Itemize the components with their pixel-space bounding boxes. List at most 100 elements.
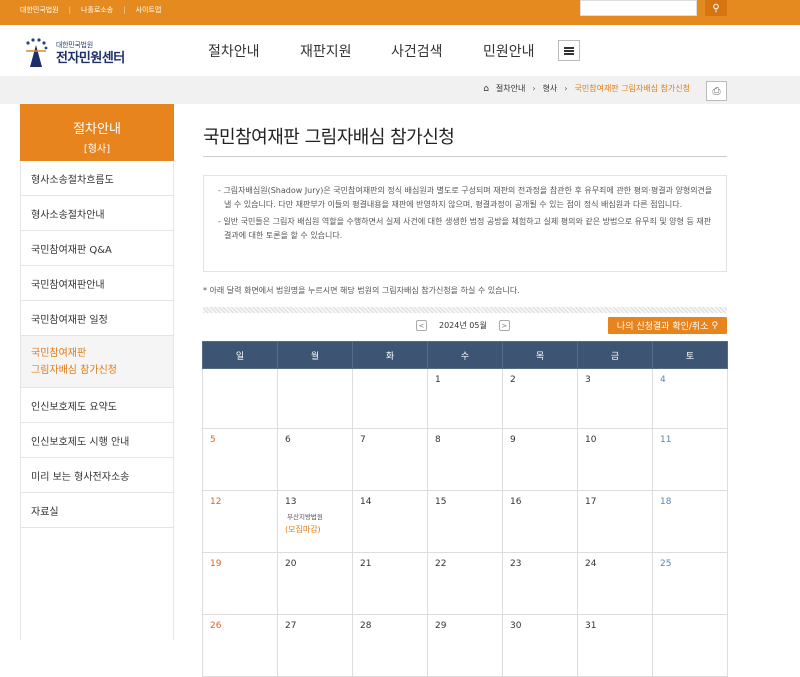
sidebar-subtitle: [형사] <box>83 144 111 155</box>
weekday-sat: 토 <box>652 341 728 369</box>
calendar-day: 5 <box>202 428 278 491</box>
calendar-day: 11 <box>652 428 728 491</box>
calendar-table: 일 월 화 수 목 금 토 1 2 3 4 5 6 7 8 9 10 11 12… <box>202 341 728 677</box>
divider <box>203 307 727 313</box>
sidebar-item-procedure-guide[interactable]: 형사소송절차안내 <box>21 196 173 231</box>
calendar-day <box>202 368 278 429</box>
calendar-week: 12 13 부산지방법원 (모집마감) 14 15 16 17 18 <box>202 490 728 553</box>
calendar-day: 9 <box>502 428 578 491</box>
calendar-day: 16 <box>502 490 578 553</box>
breadcrumb-current: 국민참여재판 그림자배심 참가신청 <box>574 84 691 93</box>
calendar-day: 24 <box>577 552 653 615</box>
calendar-day: 29 <box>427 614 503 677</box>
chevron-right-icon: › <box>532 84 536 93</box>
top-links: 대한민국법원 | 나홀로소송 | 사이트맵 <box>20 0 161 20</box>
calendar-day: 7 <box>352 428 428 491</box>
chevron-right-icon: › <box>564 84 568 93</box>
calendar-day <box>277 368 353 429</box>
month-navigator: < 2024년 05월 > <box>416 320 510 331</box>
calendar-day <box>352 368 428 429</box>
calendar-day: 14 <box>352 490 428 553</box>
breadcrumb: ⌂ 절차안내 › 형사 › 국민참여재판 그림자배심 참가신청 <box>483 83 690 94</box>
breadcrumb-item-criminal[interactable]: 형사 <box>543 83 558 94</box>
home-icon[interactable]: ⌂ <box>483 84 489 94</box>
logo-title: 전자민원센터 <box>56 50 125 66</box>
next-month-button[interactable]: > <box>498 320 510 331</box>
search-icon: ⚲ <box>712 2 720 14</box>
sidebar-item-label: 인신보호제도 요약도 <box>31 401 117 413</box>
sidebar-item-label: 인신보호제도 시행 안내 <box>31 436 130 448</box>
top-link-selfhelp[interactable]: 나홀로소송 <box>81 5 113 15</box>
sidebar-item-archive[interactable]: 자료실 <box>21 493 173 528</box>
gnb-case-search[interactable]: 사건검색 <box>391 41 443 61</box>
court-logo-icon <box>26 38 48 67</box>
calendar-day: 10 <box>577 428 653 491</box>
sidebar-item-label: 국민참여재판 Q&A <box>31 244 112 256</box>
sidebar-item-procedure-flow[interactable]: 형사소송절차흐름도 <box>21 161 173 196</box>
prev-month-button[interactable]: < <box>416 320 427 331</box>
my-application-label: 나의 신청결과 확인/취소 <box>616 322 709 332</box>
calendar-day-with-event: 13 부산지방법원 (모집마감) <box>277 490 353 553</box>
calendar-day: 2 <box>502 368 578 429</box>
sidebar-item-jury-schedule[interactable]: 국민참여재판 일정 <box>21 301 173 336</box>
sidebar-item-label: 자료실 <box>31 506 59 518</box>
calendar-day <box>652 614 728 677</box>
print-button[interactable]: ⎙ <box>706 81 727 101</box>
calendar-day: 6 <box>277 428 353 491</box>
menu-button[interactable] <box>558 40 580 61</box>
calendar-day: 26 <box>202 614 278 677</box>
event-court-link[interactable]: 부산지방법원 <box>285 511 352 521</box>
my-application-button[interactable]: 나의 신청결과 확인/취소 ⚲ <box>608 317 727 334</box>
sidebar-item-shadow-jury[interactable]: 국민참여재판 그림자배심 참가신청 <box>21 336 173 388</box>
sidebar-item-habeas-summary[interactable]: 인신보호제도 요약도 <box>21 388 173 423</box>
calendar-day: 21 <box>352 552 428 615</box>
sidebar-menu: 형사소송절차흐름도 형사소송절차안내 국민참여재판 Q&A 국민참여재판안내 국… <box>20 161 174 640</box>
weekday-fri: 금 <box>577 341 653 369</box>
calendar-day: 19 <box>202 552 278 615</box>
calendar-day: 27 <box>277 614 353 677</box>
info-paragraph: - 일반 국민들은 그림자 배심원 역할을 수행하면서 실제 사건에 대한 생생… <box>218 217 712 240</box>
calendar-day: 4 <box>652 368 728 429</box>
search-button[interactable]: ⚲ <box>705 0 727 16</box>
sidebar-item-label: 국민참여재판 일정 <box>31 314 108 326</box>
calendar-day: 23 <box>502 552 578 615</box>
sidebar-item-jury-qa[interactable]: 국민참여재판 Q&A <box>21 231 173 266</box>
month-label: 2024년 05월 <box>439 321 487 330</box>
calendar-day: 17 <box>577 490 653 553</box>
weekday-mon: 월 <box>277 341 353 369</box>
calendar-week: 19 20 21 22 23 24 25 <box>202 552 728 615</box>
info-box: - 그림자배심원(Shadow Jury)은 국민참여재판의 정식 배심원과 별… <box>203 175 727 272</box>
breadcrumb-item-procedure[interactable]: 절차안내 <box>496 83 525 94</box>
page-title: 국민참여재판 그림자배심 참가신청 <box>203 127 455 148</box>
site-logo[interactable]: 대한민국법원 전자민원센터 <box>22 37 125 69</box>
sidebar-item-label: 형사소송절차안내 <box>31 209 105 221</box>
weekday-sun: 일 <box>202 341 278 369</box>
logo-subtitle: 대한민국법원 <box>56 40 93 49</box>
sidebar-item-label: 미리 보는 형사전자소송 <box>31 471 130 483</box>
calendar-header-row: 일 월 화 수 목 금 토 <box>202 341 728 369</box>
divider: | <box>123 6 126 14</box>
top-link-court[interactable]: 대한민국법원 <box>20 5 59 15</box>
hamburger-icon <box>564 49 574 52</box>
top-link-sitemap[interactable]: 사이트맵 <box>136 5 162 15</box>
day-number: 13 <box>285 497 297 507</box>
weekday-wed: 수 <box>427 341 503 369</box>
print-icon: ⎙ <box>712 85 721 97</box>
divider <box>203 156 727 157</box>
calendar-day: 18 <box>652 490 728 553</box>
search-input[interactable] <box>580 0 697 16</box>
sidebar-item-e-litigation[interactable]: 미리 보는 형사전자소송 <box>21 458 173 493</box>
sidebar-item-label: 그림자배심 참가신청 <box>31 364 117 376</box>
sidebar-header: 절차안내 [형사] <box>20 104 174 161</box>
calendar-day: 31 <box>577 614 653 677</box>
gnb-trial-support[interactable]: 재판지원 <box>300 41 352 61</box>
gnb-civil-guide[interactable]: 민원안내 <box>483 41 535 61</box>
calendar-day: 15 <box>427 490 503 553</box>
calendar-week: 5 6 7 8 9 10 11 <box>202 428 728 491</box>
divider: | <box>68 6 71 14</box>
calendar-note: * 아래 달력 화면에서 법원명을 누르시면 해당 법원의 그림자배심 참가신청… <box>203 286 520 295</box>
sidebar-item-habeas-guide[interactable]: 인신보호제도 시행 안내 <box>21 423 173 458</box>
sidebar-item-jury-guide[interactable]: 국민참여재판안내 <box>21 266 173 301</box>
calendar-day: 20 <box>277 552 353 615</box>
gnb-procedure[interactable]: 절차안내 <box>208 41 260 61</box>
